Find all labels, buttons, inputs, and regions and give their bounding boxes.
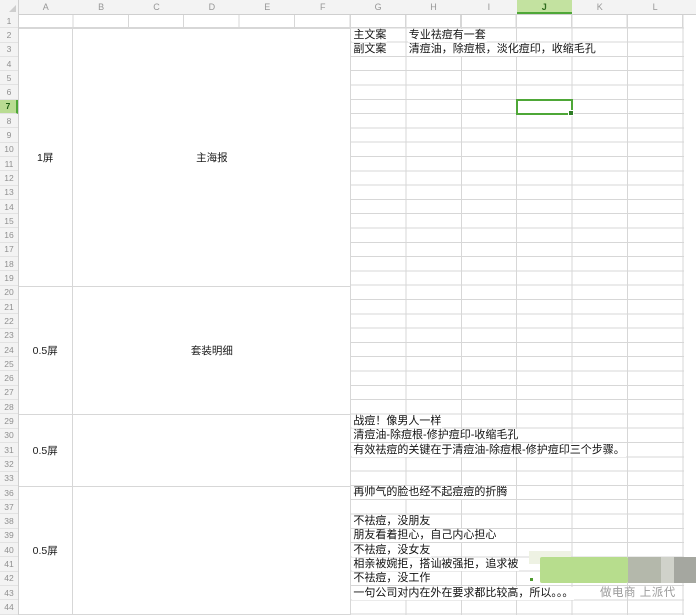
select-all-triangle-icon [9, 5, 16, 12]
cell-screen-3[interactable]: 0.5屏 [18, 414, 73, 486]
row-header-2[interactable]: 2 [0, 28, 18, 42]
row-header-25[interactable]: 25 [0, 357, 18, 371]
row-header-7[interactable]: 7 [0, 100, 18, 114]
row-header-44[interactable]: 44 [0, 600, 18, 614]
cell-G3[interactable]: 副文案 [352, 43, 387, 56]
cell-H3[interactable]: 清痘油，除痘根，淡化痘印，收缩毛孔 [408, 43, 597, 56]
row-header-18[interactable]: 18 [0, 257, 18, 271]
watermark-text: 做电商 上派代 [600, 584, 676, 600]
column-header-C[interactable]: C [129, 0, 184, 14]
row-header-40[interactable]: 40 [0, 543, 18, 557]
row-header-21[interactable]: 21 [0, 300, 18, 314]
row-header-12[interactable]: 12 [0, 171, 18, 185]
blur-block [540, 557, 628, 583]
column-header-J[interactable]: J [517, 0, 572, 14]
row-header-41[interactable]: 41 [0, 557, 18, 571]
row-header-20[interactable]: 20 [0, 286, 18, 300]
row-header-30[interactable]: 30 [0, 429, 18, 443]
cell-G31[interactable]: 有效祛痘的关键在于清痘油-除痘根-修护痘印三个步骤。 [352, 444, 625, 457]
cell-G29[interactable]: 战痘！像男人一样 [352, 415, 442, 428]
cell-screen-1[interactable]: 1屏 [18, 28, 73, 285]
cell-main-poster[interactable]: 主海报 [73, 28, 350, 285]
row-header-9[interactable]: 9 [0, 128, 18, 142]
selected-cell-J7[interactable] [516, 99, 573, 115]
column-header-K[interactable]: K [572, 0, 627, 14]
row-header-13[interactable]: 13 [0, 186, 18, 200]
row-header-33[interactable]: 33 [0, 472, 18, 486]
cell-G42[interactable]: 不祛痘，没工作 [352, 572, 431, 585]
column-header-D[interactable]: D [184, 0, 239, 14]
row-header-8[interactable]: 8 [0, 114, 18, 128]
cell-section3-body[interactable] [73, 414, 350, 486]
row-header-31[interactable]: 31 [0, 443, 18, 457]
column-header-G[interactable]: G [350, 0, 405, 14]
row-header-bar: 1234567891011121314151617181920212223242… [0, 14, 19, 615]
column-header-B[interactable]: B [73, 0, 128, 14]
cell-H2[interactable]: 专业祛痘有一套 [408, 29, 487, 42]
column-header-E[interactable]: E [240, 0, 295, 14]
cell-screen-4[interactable]: 0.5屏 [18, 486, 73, 615]
row-header-42[interactable]: 42 [0, 572, 18, 586]
row-header-11[interactable]: 11 [0, 157, 18, 171]
blur-block [530, 578, 533, 581]
row-header-24[interactable]: 24 [0, 343, 18, 357]
cell-section4-body[interactable] [73, 486, 350, 615]
row-header-27[interactable]: 27 [0, 386, 18, 400]
row-header-14[interactable]: 14 [0, 200, 18, 214]
cell-G40[interactable]: 不祛痘，没女友 [352, 544, 431, 557]
row-header-10[interactable]: 10 [0, 143, 18, 157]
cell-G43[interactable]: 一句公司对内在外在要求都比较高，所以。。。 [352, 587, 574, 600]
column-header-H[interactable]: H [406, 0, 461, 14]
row-header-29[interactable]: 29 [0, 414, 18, 428]
blur-block [661, 557, 674, 583]
row-header-3[interactable]: 3 [0, 43, 18, 57]
row-header-22[interactable]: 22 [0, 314, 18, 328]
cell-set-details[interactable]: 套装明细 [73, 286, 350, 415]
column-header-I[interactable]: I [461, 0, 516, 14]
spreadsheet: ABCDEFGHIJKL 123456789101112131415161718… [0, 0, 696, 615]
cell-G38[interactable]: 不祛痘，没朋友 [352, 515, 431, 528]
column-header-L[interactable]: L [627, 0, 682, 14]
row-header-26[interactable]: 26 [0, 372, 18, 386]
row-header-28[interactable]: 28 [0, 400, 18, 414]
row-header-4[interactable]: 4 [0, 57, 18, 71]
column-header-F[interactable]: F [295, 0, 350, 14]
row-header-6[interactable]: 6 [0, 86, 18, 100]
select-all-button[interactable] [0, 0, 19, 14]
row-header-32[interactable]: 32 [0, 457, 18, 471]
row-header-43[interactable]: 43 [0, 586, 18, 600]
row-header-39[interactable]: 39 [0, 529, 18, 543]
row-header-19[interactable]: 19 [0, 271, 18, 285]
row-header-5[interactable]: 5 [0, 71, 18, 85]
row-header-16[interactable]: 16 [0, 229, 18, 243]
cell-screen-2[interactable]: 0.5屏 [18, 286, 73, 415]
cell-G39[interactable]: 朋友看着担心，自己内心担心 [352, 529, 497, 542]
fill-handle[interactable] [568, 110, 574, 116]
row-header-17[interactable]: 17 [0, 243, 18, 257]
cell-G36[interactable]: 再帅气的脸也经不起痘痘的折腾 [352, 486, 508, 499]
cell-G2[interactable]: 主文案 [352, 29, 387, 42]
row-header-36[interactable]: 36 [0, 486, 18, 500]
blur-block [628, 557, 661, 583]
row-header-38[interactable]: 38 [0, 515, 18, 529]
cell-G30[interactable]: 清痘油-除痘根-修护痘印-收缩毛孔 [352, 429, 519, 442]
row-header-15[interactable]: 15 [0, 214, 18, 228]
row-header-37[interactable]: 37 [0, 500, 18, 514]
blur-block [674, 557, 696, 583]
cell-G41[interactable]: 相亲被婉拒，搭讪被强拒，追求被 [352, 558, 519, 571]
row-header-23[interactable]: 23 [0, 329, 18, 343]
column-header-bar: ABCDEFGHIJKL [0, 0, 696, 15]
row-header-1[interactable]: 1 [0, 14, 18, 28]
column-header-A[interactable]: A [18, 0, 73, 14]
